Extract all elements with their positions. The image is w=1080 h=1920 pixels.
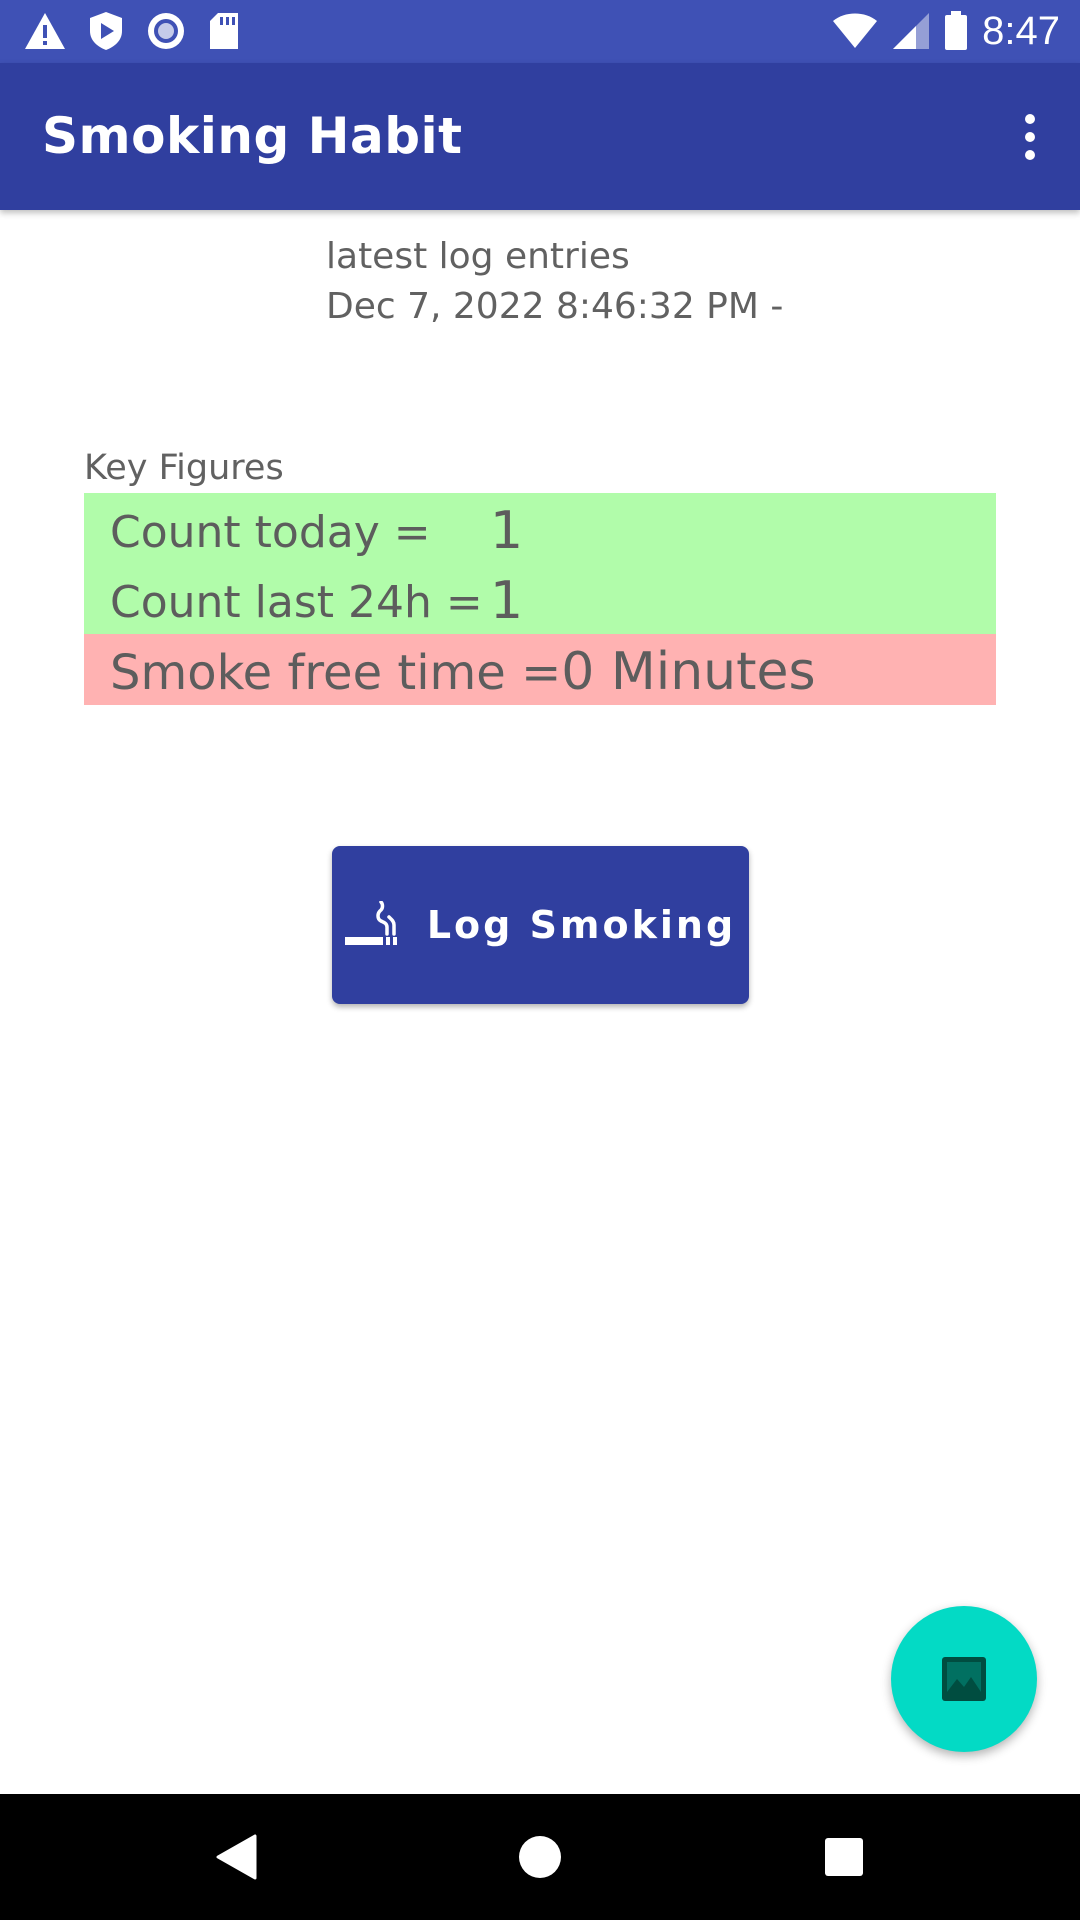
count-24h-label: Count last 24h = [110,577,483,628]
smoke-free-row: Smoke free time =0 Minutes [84,634,996,705]
smoking-icon [344,901,397,945]
nav-home-button[interactable] [480,1794,600,1920]
status-icons-right: 8:47 [832,8,1060,54]
image-icon [942,1657,986,1701]
smoke-free-text: Smoke free time =0 Minutes [110,642,816,702]
back-icon [216,1834,257,1880]
navigation-bar [0,1794,1080,1920]
log-smoking-label: Log Smoking [426,903,737,947]
shield-play-icon [90,12,122,50]
battery-icon [945,11,968,50]
nav-back-button[interactable] [176,1794,296,1920]
record-icon [148,13,184,49]
home-icon [519,1836,561,1878]
wifi-icon [833,13,878,48]
app-title: Smoking Habit [42,107,463,165]
app-bar: Smoking Habit [0,63,1080,210]
warning-icon [25,13,65,49]
count-24h-value: 1 [490,571,524,631]
latest-log-entry: Dec 7, 2022 8:46:32 PM - [326,286,784,327]
smoke-free-value: 0 Minutes [561,642,816,702]
nav-recents-button[interactable] [784,1794,904,1920]
key-figures-label: Key Figures [84,448,284,488]
count-today-value: 1 [490,501,524,561]
count-today-label: Count today = [110,507,431,558]
sd-card-icon [210,13,238,49]
status-bar: 8:47 [0,0,1080,63]
key-figures-counts: Count today = 1 Count last 24h = 1 [84,493,996,634]
recents-icon [825,1838,863,1876]
latest-log-label: latest log entries [326,236,630,277]
status-icons-left [24,10,240,52]
more-vert-icon[interactable] [1000,103,1060,171]
log-smoking-button[interactable]: Log Smoking [332,846,749,1004]
smoke-free-label: Smoke free time = [110,645,562,701]
image-fab-button[interactable] [891,1606,1037,1752]
status-time: 8:47 [982,8,1060,53]
cell-signal-icon [893,13,930,49]
screen: 8:47 Smoking Habit latest log entries De… [0,0,1080,1920]
